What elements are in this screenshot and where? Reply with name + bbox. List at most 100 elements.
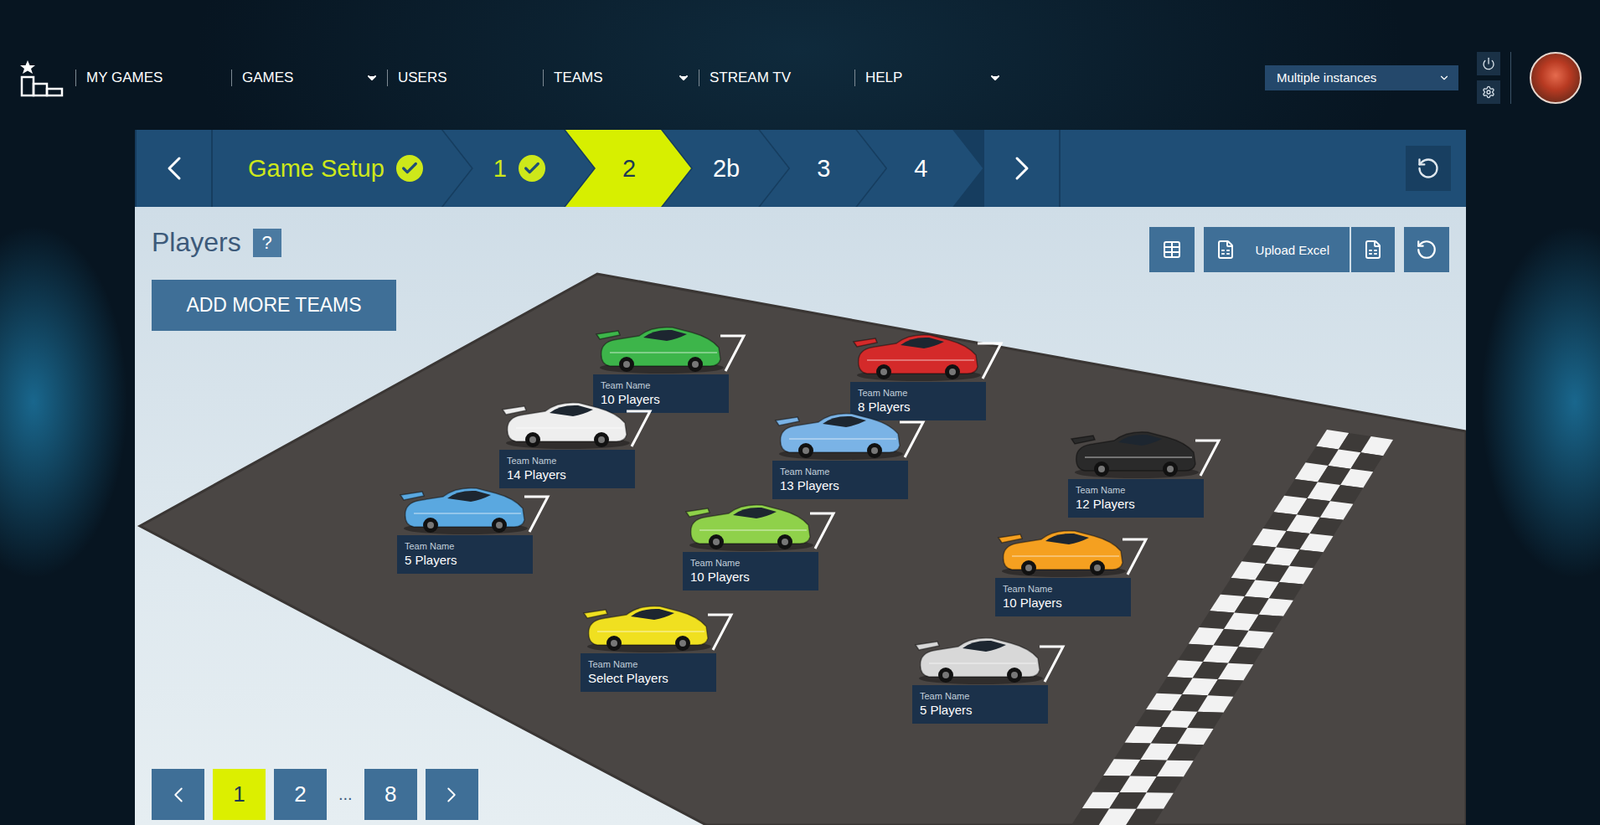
nav-item[interactable]: TEAMS <box>542 69 699 87</box>
team-name: Team Name <box>506 455 628 467</box>
car-icon <box>912 629 1072 686</box>
help-button[interactable]: ? <box>252 228 282 258</box>
team-name: Team Name <box>857 387 979 399</box>
page-button[interactable]: 8 <box>364 769 418 821</box>
step-tab[interactable]: Game Setup <box>212 129 472 207</box>
excel-icon <box>1362 239 1384 260</box>
top-nav: MY GAMES GAMES USERS TEAMS STREAM TV HELP Mult… <box>0 0 1600 130</box>
team-label: Team Name5 Players <box>397 535 533 574</box>
power-button[interactable] <box>1476 51 1501 76</box>
team-car[interactable]: Team Name12 Players <box>1068 423 1228 518</box>
nav-item[interactable]: GAMES <box>231 69 388 87</box>
previous-page-button[interactable] <box>151 769 205 821</box>
add-more-teams-button[interactable]: ADD MORE TEAMS <box>151 279 397 331</box>
check-icon <box>400 159 419 178</box>
team-car[interactable]: Team Name10 Players <box>682 496 842 591</box>
team-label: Team Name8 Players <box>850 381 986 421</box>
next-page-button[interactable] <box>425 769 479 821</box>
game-panel: Game Setup122b34Team Name10 PlayersTeam … <box>134 129 1466 825</box>
nav-item[interactable]: HELP <box>854 69 1011 87</box>
next-step-button[interactable] <box>982 129 1061 207</box>
team-label: Team Name10 Players <box>593 374 729 413</box>
chevron-left-icon <box>154 148 195 189</box>
car-icon <box>397 480 557 536</box>
team-name: Team Name <box>588 659 709 671</box>
team-car[interactable]: Team Name10 Players <box>995 522 1155 617</box>
team-car[interactable]: Team Name5 Players <box>397 480 557 574</box>
team-name: Team Name <box>404 541 526 553</box>
download-excel[interactable] <box>1349 227 1384 273</box>
team-name: Team Name <box>600 380 722 392</box>
nav-item-label: HELP <box>865 69 903 87</box>
car-icon <box>1068 423 1228 480</box>
car-icon <box>772 405 932 461</box>
team-car[interactable]: Team Name10 Players <box>593 319 753 413</box>
reset-steps-button[interactable] <box>1405 145 1451 191</box>
team-players: 14 Players <box>506 466 628 484</box>
logo[interactable] <box>20 53 69 103</box>
team-players: 5 Players <box>919 701 1041 719</box>
system-icons <box>1476 51 1512 104</box>
team-car[interactable]: Team Name5 Players <box>912 629 1072 724</box>
nav-item[interactable]: MY GAMES <box>75 69 232 87</box>
team-car[interactable]: Team Name8 Players <box>850 326 1010 421</box>
nav-item[interactable]: USERS <box>387 69 543 87</box>
car-icon <box>850 326 1010 382</box>
team-players: 10 Players <box>600 391 722 408</box>
nav-item-label: MY GAMES <box>86 69 163 87</box>
page-button[interactable]: 2 <box>273 769 327 821</box>
check-icon <box>522 159 542 178</box>
team-label: Team NameSelect Players <box>580 653 717 692</box>
car-icon <box>499 394 659 450</box>
team-label: Team Name14 Players <box>499 449 635 489</box>
title-row: Players? <box>151 227 397 259</box>
upload-excel-label: Upload Excel <box>1245 242 1340 258</box>
previous-step-button[interactable] <box>134 129 213 207</box>
step-label: 2b <box>712 154 740 183</box>
page-button[interactable]: 1 <box>212 769 266 821</box>
nav-item-label: STREAM TV <box>709 69 791 87</box>
team-players: 12 Players <box>1075 495 1197 513</box>
dropdown-arrow-icon <box>365 71 379 85</box>
step-bar: Game Setup122b34 <box>134 129 1466 207</box>
step-bar-filler <box>1060 129 1466 207</box>
table-icon <box>1161 239 1182 260</box>
chevron-left-icon <box>165 782 191 808</box>
chevron-right-icon <box>1001 148 1043 189</box>
step-label: Game Setup <box>247 154 385 183</box>
user-avatar[interactable] <box>1529 51 1582 104</box>
pagination: 12...8 <box>151 769 1450 821</box>
gear-icon <box>1481 85 1496 99</box>
instance-select[interactable]: Multiple instances <box>1264 65 1459 91</box>
car-icon <box>995 522 1155 579</box>
nav-item-label: TEAMS <box>553 69 604 87</box>
reset-players-button[interactable] <box>1403 227 1450 273</box>
team-car[interactable]: Team Name14 Players <box>499 394 659 489</box>
players-toolbar: Upload Excel <box>1149 227 1450 273</box>
team-players: 8 Players <box>857 398 979 416</box>
nav-item[interactable]: STREAM TV <box>698 69 855 87</box>
step-done-mark <box>396 154 424 182</box>
team-name: Team Name <box>1075 485 1197 496</box>
team-name: Team Name <box>690 557 811 569</box>
nav-item-label: USERS <box>397 69 448 87</box>
dropdown-arrow-icon <box>1438 72 1451 84</box>
team-car[interactable]: Team Name13 Players <box>772 405 932 500</box>
team-car[interactable]: Team NameSelect Players <box>580 598 740 692</box>
car-icon <box>682 496 842 553</box>
reset-icon <box>1415 238 1438 261</box>
podium-logo-icon <box>20 58 64 98</box>
players-content: Team Name10 PlayersTeam Name8 PlayersTea… <box>134 206 1466 825</box>
nav-item-label: GAMES <box>242 69 294 87</box>
team-label: Team Name10 Players <box>682 552 819 591</box>
step-label: 3 <box>816 154 831 183</box>
settings-button[interactable] <box>1476 80 1501 104</box>
app-page: MY GAMES GAMES USERS TEAMS STREAM TV HELP Mult… <box>0 0 1600 825</box>
table-view-button[interactable] <box>1149 227 1195 273</box>
team-name: Team Name <box>779 466 901 478</box>
players-title: Players <box>151 227 242 259</box>
dropdown-arrow-icon <box>988 71 1002 85</box>
excel-icon <box>1215 239 1236 260</box>
upload-excel-button[interactable]: Upload Excel <box>1203 227 1395 273</box>
team-label: Team Name5 Players <box>912 685 1048 724</box>
